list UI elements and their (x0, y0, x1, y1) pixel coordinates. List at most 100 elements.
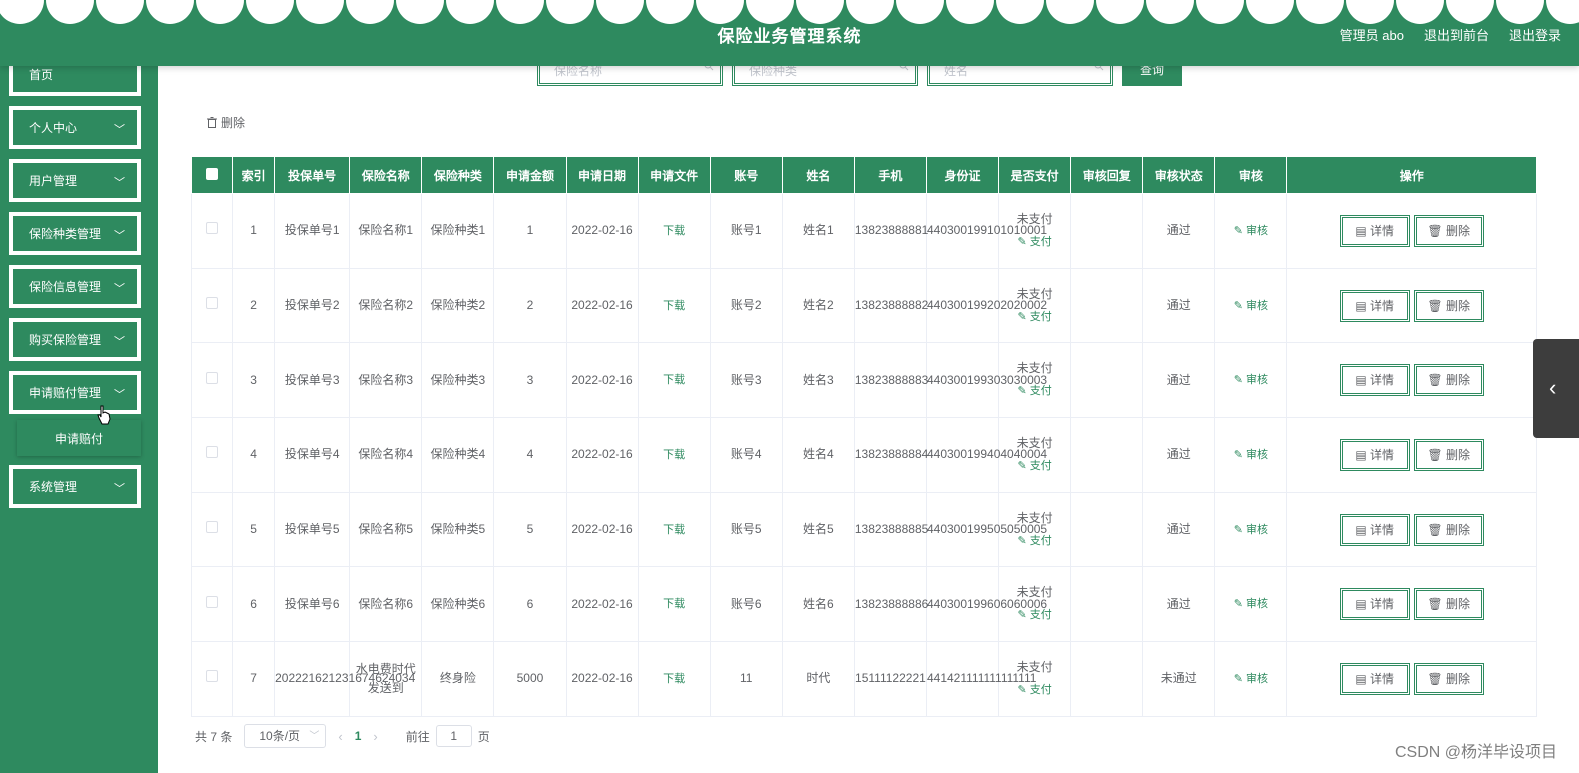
chevron-down-icon: ﹀ (114, 283, 125, 295)
actions-cell: ▤ 详情 🗑 删除 (1286, 342, 1537, 419)
delete-button[interactable]: 🗑 删除 (1413, 438, 1484, 471)
cell-phone: 13823888883 (854, 372, 929, 387)
sidebar-item-purchase[interactable]: 购买保险管理 ﹀ (9, 318, 141, 361)
download-link[interactable]: 下载 (663, 225, 685, 237)
detail-button[interactable]: ▤ 详情 (1339, 588, 1410, 621)
download-link[interactable]: 下载 (663, 300, 685, 312)
sidebar-item-claims[interactable]: 申请赔付管理 ﹀ (9, 371, 141, 414)
download-link[interactable]: 下载 (663, 673, 685, 685)
row-checkbox[interactable] (206, 595, 219, 608)
sidebar-item-label: 用户管理 (29, 174, 78, 188)
pay-link[interactable]: ✎ 支付 (1017, 382, 1051, 401)
delete-button[interactable]: 🗑 删除 (1413, 662, 1484, 695)
detail-button[interactable]: ▤ 详情 (1339, 214, 1410, 247)
logout-link[interactable]: 退出登录 (1509, 25, 1561, 44)
pay-link[interactable]: ✎ 支付 (1017, 457, 1051, 476)
chevron-left-icon: ‹ (1549, 375, 1557, 400)
cell-paid-status: 未支付 (1016, 435, 1053, 450)
sidebar-item-personal-center[interactable]: 个人中心 ﹀ (9, 106, 141, 149)
id-card-cell: 441421111111111111 (925, 641, 1036, 717)
prev-page-icon[interactable]: ‹ (338, 729, 342, 744)
detail-button[interactable]: ▤ 详情 (1339, 289, 1410, 322)
audit-cell: ✎ 审核 (1214, 566, 1288, 643)
download-link[interactable]: 下载 (663, 598, 685, 610)
select-cell[interactable] (190, 566, 234, 643)
page-number-current[interactable]: 1 (355, 729, 362, 743)
detail-button[interactable]: ▤ 详情 (1339, 438, 1410, 471)
column-header: 身份证 (925, 156, 1000, 194)
sidebar-item-insurance-info[interactable]: 保险信息管理 ﹀ (9, 265, 141, 308)
batch-delete-button[interactable]: 删除 (207, 114, 245, 131)
audit-link[interactable]: ✎ 审核 (1234, 225, 1268, 237)
cell-amount: 1 (526, 223, 534, 238)
select-cell[interactable] (190, 193, 234, 269)
row-checkbox[interactable] (206, 446, 219, 459)
sidebar-item-user-management[interactable]: 用户管理 ﹀ (9, 159, 141, 202)
audit-link[interactable]: ✎ 审核 (1234, 374, 1268, 386)
select-cell[interactable] (190, 267, 234, 344)
sidebar-item-system[interactable]: 系统管理 ﹀ (9, 465, 141, 508)
select-cell[interactable] (190, 641, 234, 717)
cell-audit-status: 通过 (1166, 596, 1191, 611)
cell-index: 6 (250, 596, 257, 611)
page-size-select[interactable]: 10条/页 ﹀ (244, 724, 327, 748)
select-all-header[interactable] (190, 156, 234, 194)
detail-button[interactable]: ▤ 详情 (1339, 513, 1410, 546)
download-link[interactable]: 下载 (663, 449, 685, 461)
row-checkbox[interactable] (206, 222, 219, 235)
audit-cell: ✎ 审核 (1214, 342, 1288, 419)
table-row: 6 投保单号6 保险名称6 保险种类6 6 2022-02-16 下载 账号6 姓名6 13823… (190, 566, 1537, 643)
pay-link[interactable]: ✎ 支付 (1017, 681, 1051, 700)
row-checkbox[interactable] (206, 371, 219, 384)
select-cell[interactable] (190, 491, 234, 568)
pay-link[interactable]: ✎ 支付 (1017, 233, 1051, 252)
detail-button-label: 详情 (1370, 223, 1395, 238)
delete-button[interactable]: 🗑 删除 (1413, 364, 1484, 397)
delete-button[interactable]: 🗑 删除 (1413, 289, 1484, 322)
exit-to-front-link[interactable]: 退出到前台 (1424, 25, 1489, 44)
pay-link[interactable]: ✎ 支付 (1017, 532, 1051, 551)
detail-button[interactable]: ▤ 详情 (1339, 662, 1410, 695)
select-cell[interactable] (190, 417, 234, 493)
id-card-cell: 440300199303030003 (925, 342, 1047, 419)
total-count: 共 7 条 (195, 729, 233, 744)
pay-link[interactable]: ✎ 支付 (1017, 308, 1051, 327)
column-header: 审核回复 (1070, 156, 1144, 194)
next-page-icon[interactable]: › (373, 729, 377, 744)
index-cell: 4 (232, 417, 276, 493)
side-drawer-toggle[interactable]: ‹ (1533, 339, 1579, 438)
delete-button[interactable]: 🗑 删除 (1413, 513, 1484, 546)
row-checkbox[interactable] (206, 297, 219, 310)
audit-link[interactable]: ✎ 审核 (1234, 598, 1268, 610)
amount-cell: 1 (493, 193, 567, 269)
order-cell: 投保单号1 (274, 193, 351, 269)
cell-order-no: 投保单号3 (284, 372, 340, 387)
download-link[interactable]: 下载 (663, 524, 685, 536)
row-checkbox[interactable] (206, 521, 219, 534)
download-link[interactable]: 下载 (663, 374, 685, 386)
audit-link[interactable]: ✎ 审核 (1234, 524, 1268, 536)
cell-amount: 3 (526, 372, 534, 387)
sidebar-item-insurance-type[interactable]: 保险种类管理 ﹀ (9, 212, 141, 255)
audit-reply-cell (1070, 342, 1144, 419)
actions-cell: ▤ 详情 🗑 删除 (1286, 193, 1537, 269)
delete-button-label: 删除 (1446, 671, 1471, 686)
audit-link[interactable]: ✎ 审核 (1234, 449, 1268, 461)
pay-link-label: 支付 (1029, 310, 1052, 323)
delete-button[interactable]: 🗑 删除 (1413, 214, 1484, 247)
select-all-checkbox[interactable] (206, 167, 219, 180)
delete-button[interactable]: 🗑 删除 (1413, 588, 1484, 621)
pay-link[interactable]: ✎ 支付 (1017, 606, 1051, 625)
detail-button[interactable]: ▤ 详情 (1339, 364, 1410, 397)
audit-link[interactable]: ✎ 审核 (1234, 300, 1268, 312)
chevron-down-icon: ﹀ (114, 483, 125, 495)
select-cell[interactable] (190, 342, 234, 419)
cell-phone: 13823888884 (854, 447, 929, 462)
person-cell: 时代 (781, 641, 855, 717)
delete-button-label: 删除 (1446, 373, 1471, 388)
row-checkbox[interactable] (206, 670, 219, 683)
audit-link[interactable]: ✎ 审核 (1234, 673, 1268, 685)
submenu-item-apply-claim[interactable]: 申请赔付 (17, 420, 141, 456)
person-cell: 姓名5 (781, 491, 855, 568)
goto-page-input[interactable]: 1 (435, 725, 472, 747)
